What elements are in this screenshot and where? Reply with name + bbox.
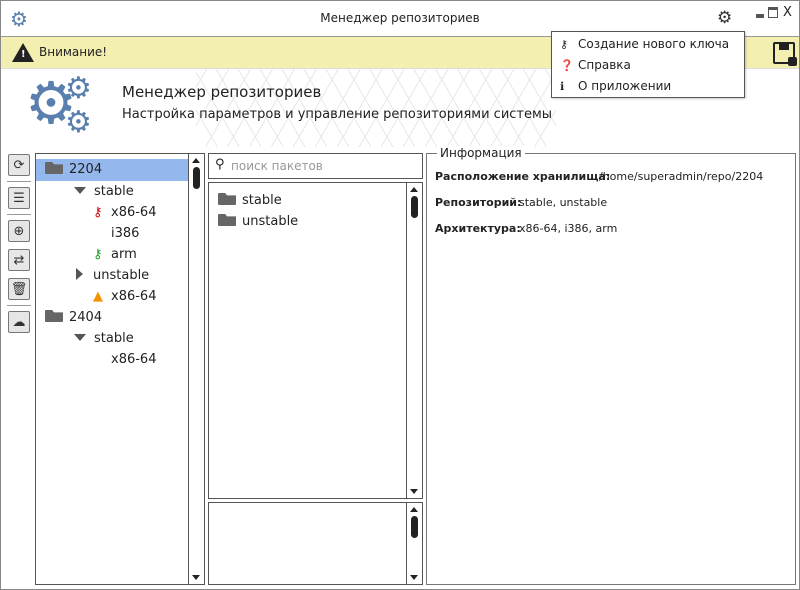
tree-item-label: stable	[94, 331, 134, 346]
key-red-icon: ⚷	[93, 205, 103, 220]
tree-item[interactable]: x86-64	[111, 349, 156, 370]
folder-icon	[218, 193, 236, 205]
tree-item[interactable]: 2404	[45, 307, 102, 328]
details-scrollbar[interactable]	[406, 503, 422, 584]
toolbar-separator	[7, 181, 31, 182]
arch-value: x86-64, i386, arm	[519, 222, 618, 235]
save-lock-icon[interactable]	[773, 42, 797, 66]
tree-item[interactable]: ⚷ arm	[93, 244, 137, 265]
minimize-button[interactable]	[756, 14, 764, 18]
toolbar-separator	[7, 305, 31, 306]
tree-item-label: 2204	[69, 162, 103, 177]
window-title: Менеджер репозиториев	[320, 11, 480, 25]
tree-item[interactable]: unstable	[76, 265, 149, 286]
help-icon: ❓	[560, 59, 574, 72]
toolbar-separator	[7, 214, 31, 215]
menu-item-help[interactable]: ❓ Справка	[560, 55, 631, 75]
search-icon: ⚲	[215, 157, 225, 172]
list-scrollbar[interactable]	[406, 183, 422, 498]
storage-label: Расположение хранилища:	[435, 170, 611, 183]
menu-item-new-key[interactable]: ⚷ Создание нового ключа	[560, 34, 729, 54]
tree-item[interactable]: 2204	[45, 159, 102, 180]
storage-value: /home/superadmin/repo/2204	[599, 170, 764, 183]
header-title: Менеджер репозиториев	[122, 83, 322, 101]
search-input[interactable]: поиск пакетов	[231, 159, 323, 173]
repo-value: stable, unstable	[519, 196, 608, 209]
tree-item-label: arm	[111, 247, 137, 262]
refresh-button[interactable]: ⟳	[8, 154, 30, 176]
settings-gear-icon[interactable]: ⚙	[717, 8, 732, 28]
expand-down-icon[interactable]	[74, 334, 86, 341]
tree-item-label: x86-64	[111, 289, 157, 304]
tree-item-label: x86-64	[111, 205, 157, 220]
info-icon: ℹ	[560, 80, 565, 93]
delete-button[interactable]: 🗑	[8, 278, 30, 300]
menu-item-about[interactable]: ℹ О приложении	[560, 76, 671, 96]
list-item-label: unstable	[242, 214, 299, 229]
package-list[interactable]: stable unstable	[208, 182, 423, 499]
list-item-label: stable	[242, 193, 282, 208]
maximize-button[interactable]	[768, 7, 778, 18]
tree-item-label: unstable	[93, 268, 150, 283]
folder-icon	[45, 162, 63, 174]
expand-right-icon[interactable]	[76, 268, 83, 280]
close-button[interactable]: X	[783, 5, 792, 20]
tree-item-label: 2404	[69, 310, 103, 325]
repo-label: Репозиторий:	[435, 196, 522, 209]
package-details[interactable]	[208, 502, 423, 585]
tree-item[interactable]: i386	[111, 223, 139, 244]
key-icon: ⚷	[560, 38, 569, 51]
menu-item-label: Справка	[578, 58, 631, 72]
warning-text: Внимание!	[39, 45, 108, 59]
tree-item[interactable]: stable	[74, 181, 134, 202]
tree-item-label: i386	[111, 226, 140, 241]
add-button[interactable]: ⊕	[8, 220, 30, 242]
package-search[interactable]: ⚲ поиск пакетов	[208, 153, 423, 179]
expand-down-icon[interactable]	[74, 187, 86, 194]
info-group: Информация Расположение хранилища: /home…	[426, 146, 796, 585]
header-subtitle: Настройка параметров и управление репози…	[122, 107, 553, 122]
tree-item-label: x86-64	[111, 352, 157, 367]
cloud-upload-button[interactable]: ☁	[8, 311, 30, 333]
info-group-title: Информация	[437, 146, 525, 160]
repo-tree[interactable]: 2204 stable ⚷ x86-64 i386 ⚷ arm unstable ▲…	[35, 153, 205, 585]
list-item[interactable]: unstable	[218, 211, 298, 232]
tree-item-label: stable	[94, 184, 134, 199]
menu-item-label: Создание нового ключа	[578, 37, 730, 51]
warning-orange-icon: ▲	[93, 289, 103, 304]
menu-item-label: О приложении	[578, 79, 672, 93]
swap-button[interactable]: ⇄	[8, 249, 30, 271]
tree-item[interactable]: ⚷ x86-64	[93, 202, 156, 223]
database-button[interactable]: ☰	[8, 187, 30, 209]
tree-item[interactable]: ▲ x86-64	[93, 286, 156, 307]
list-item[interactable]: stable	[218, 190, 282, 211]
folder-icon	[218, 214, 236, 226]
folder-icon	[45, 310, 63, 322]
settings-menu: ⚷ Создание нового ключа ❓ Справка ℹ О прило…	[551, 31, 745, 98]
key-green-icon: ⚷	[93, 247, 103, 262]
tree-scrollbar[interactable]	[188, 154, 204, 584]
arch-label: Архитектура:	[435, 222, 521, 235]
tree-item[interactable]: stable	[74, 328, 134, 349]
